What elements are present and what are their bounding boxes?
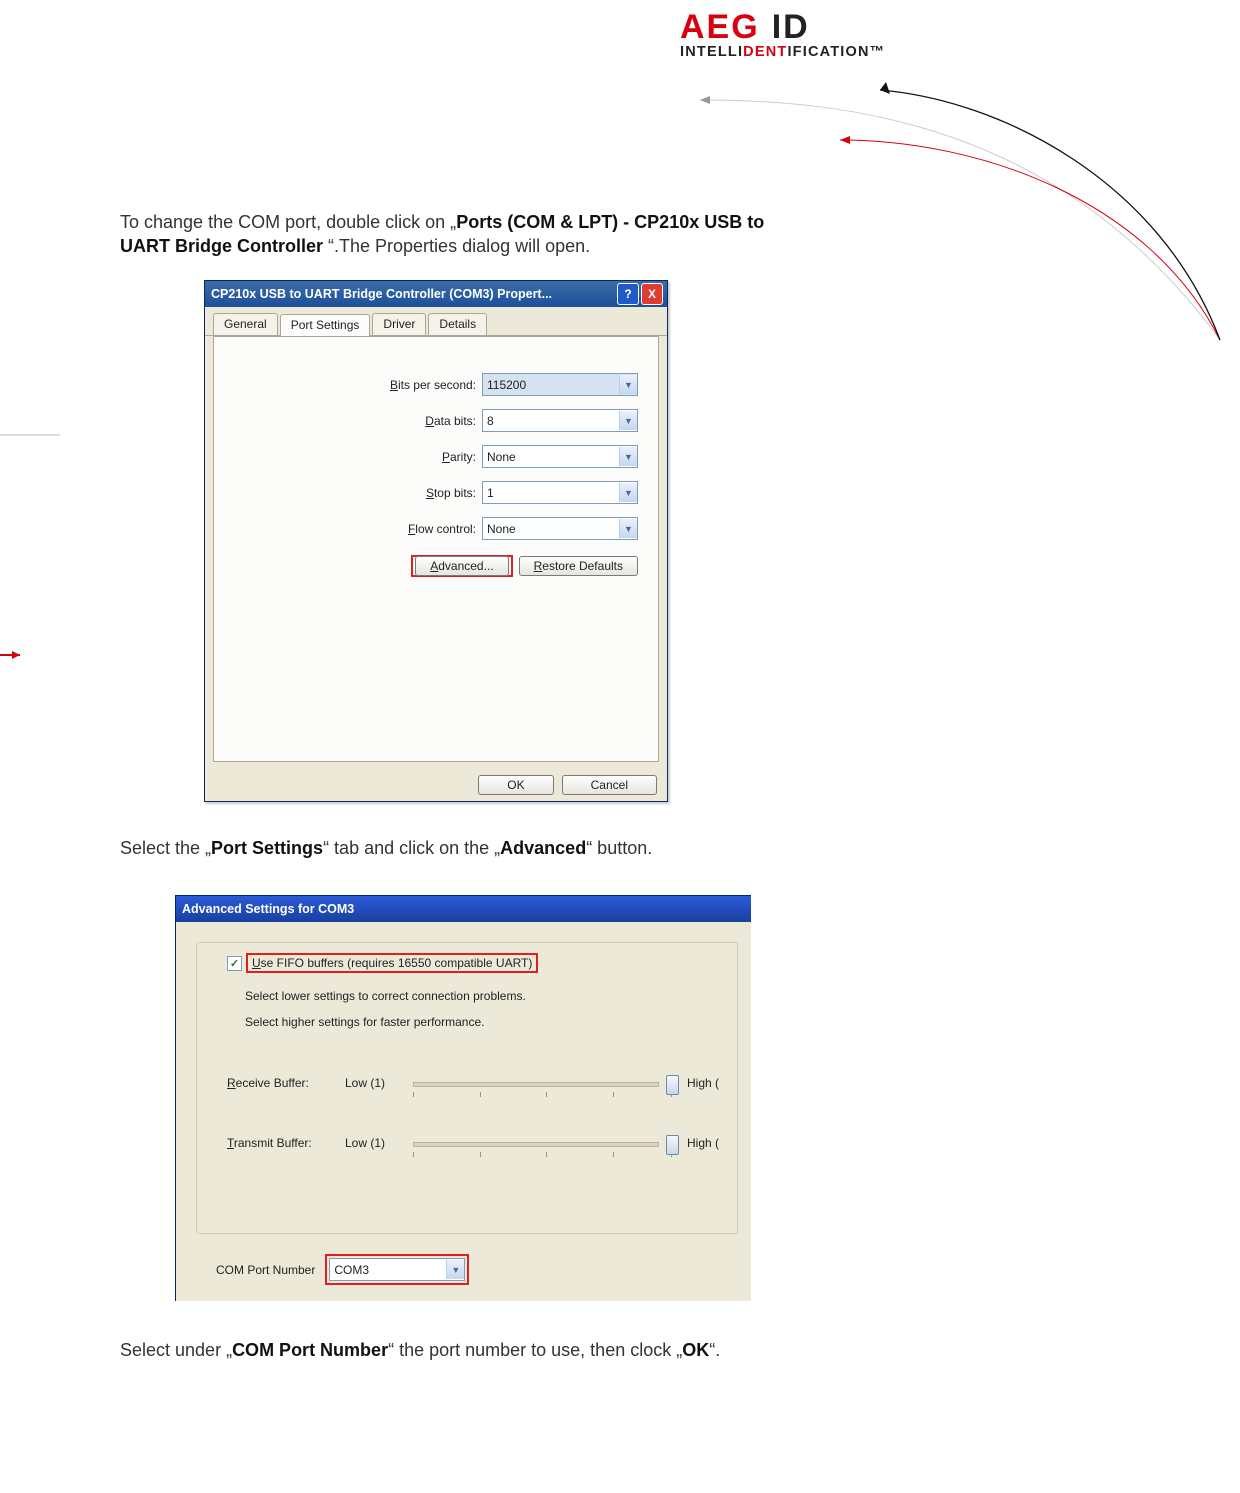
advanced-settings-dialog: Advanced Settings for COM3 ✓ Use FIFO bu…: [175, 895, 751, 1301]
advanced-highlight: Advanced...: [411, 555, 512, 577]
stop-bits-select[interactable]: 1 ▼: [482, 481, 638, 504]
tab-details[interactable]: Details: [428, 313, 487, 335]
advanced-button[interactable]: Advanced...: [415, 556, 508, 576]
chevron-down-icon: ▼: [619, 447, 637, 466]
fifo-checkbox[interactable]: ✓: [227, 956, 242, 971]
chevron-down-icon: ▼: [619, 483, 637, 502]
properties-title: CP210x USB to UART Bridge Controller (CO…: [211, 287, 552, 301]
brand-logo: AEG ID INTELLIDENTIFICATION™: [680, 10, 890, 60]
data-bits-select[interactable]: 8 ▼: [482, 409, 638, 432]
fifo-highlight: Use FIFO buffers (requires 16550 compati…: [246, 953, 538, 973]
receive-buffer-slider[interactable]: [413, 1073, 679, 1093]
paragraph-1: To change the COM port, double click on …: [120, 210, 770, 258]
fifo-label: Use FIFO buffers (requires 16550 compati…: [252, 956, 532, 970]
slider-thumb-icon[interactable]: [666, 1135, 679, 1155]
properties-dialog: CP210x USB to UART Bridge Controller (CO…: [204, 280, 668, 802]
slider-thumb-icon[interactable]: [666, 1075, 679, 1095]
tab-port-settings[interactable]: Port Settings: [280, 314, 371, 336]
transmit-high-label: High (: [687, 1136, 737, 1150]
properties-titlebar: CP210x USB to UART Bridge Controller (CO…: [205, 281, 667, 307]
parity-select[interactable]: None ▼: [482, 445, 638, 468]
transmit-low-label: Low (1): [345, 1136, 405, 1150]
paragraph-2: Select the „Port Settings“ tab and click…: [120, 836, 770, 860]
transmit-buffer-label: Transmit Buffer:: [227, 1136, 337, 1150]
brand-id: ID: [772, 8, 810, 46]
brand-tag-mid: DENT: [743, 44, 787, 60]
brand-aeg: AEG: [680, 8, 760, 46]
chevron-down-icon: ▼: [446, 1260, 464, 1279]
stop-bits-label: Stop bits:: [356, 486, 476, 500]
bps-label: Bits per second:: [356, 378, 476, 392]
flow-select[interactable]: None ▼: [482, 517, 638, 540]
transmit-buffer-slider[interactable]: [413, 1133, 679, 1153]
receive-low-label: Low (1): [345, 1076, 405, 1090]
fifo-hint-1: Select lower settings to correct connect…: [245, 989, 526, 1003]
restore-defaults-button[interactable]: Restore Defaults: [519, 556, 638, 576]
paragraph-3: Select under „COM Port Number“ the port …: [120, 1338, 820, 1362]
bps-select[interactable]: 115200 ▼: [482, 373, 638, 396]
receive-high-label: High (: [687, 1076, 737, 1090]
com-port-highlight: COM3 ▼: [325, 1254, 469, 1285]
data-bits-label: Data bits:: [356, 414, 476, 428]
fifo-hint-2: Select higher settings for faster perfor…: [245, 1015, 484, 1029]
com-port-label: COM Port Number: [216, 1263, 315, 1277]
fifo-group: ✓ Use FIFO buffers (requires 16550 compa…: [196, 942, 738, 1234]
parity-label: Parity:: [356, 450, 476, 464]
advanced-titlebar: Advanced Settings for COM3: [176, 896, 751, 922]
help-icon[interactable]: ?: [617, 283, 639, 305]
brand-tag-pre: INTELLI: [680, 44, 743, 60]
com-port-select[interactable]: COM3 ▼: [329, 1258, 465, 1281]
advanced-title: Advanced Settings for COM3: [182, 902, 354, 916]
ok-button[interactable]: OK: [478, 775, 553, 795]
close-icon[interactable]: X: [641, 283, 663, 305]
tab-driver[interactable]: Driver: [372, 313, 426, 335]
tab-strip: General Port Settings Driver Details: [205, 307, 667, 336]
tab-general[interactable]: General: [213, 313, 278, 335]
port-settings-panel: Bits per second: 115200 ▼ Data bits: 8 ▼…: [213, 336, 659, 762]
flow-label: Flow control:: [356, 522, 476, 536]
chevron-down-icon: ▼: [619, 519, 637, 538]
left-margin-marks: [0, 425, 80, 665]
chevron-down-icon: ▼: [619, 411, 637, 430]
chevron-down-icon: ▼: [619, 375, 637, 394]
cancel-button[interactable]: Cancel: [562, 775, 657, 795]
receive-buffer-label: Receive Buffer:: [227, 1076, 337, 1090]
brand-tag-post: IFICATION™: [787, 44, 885, 60]
